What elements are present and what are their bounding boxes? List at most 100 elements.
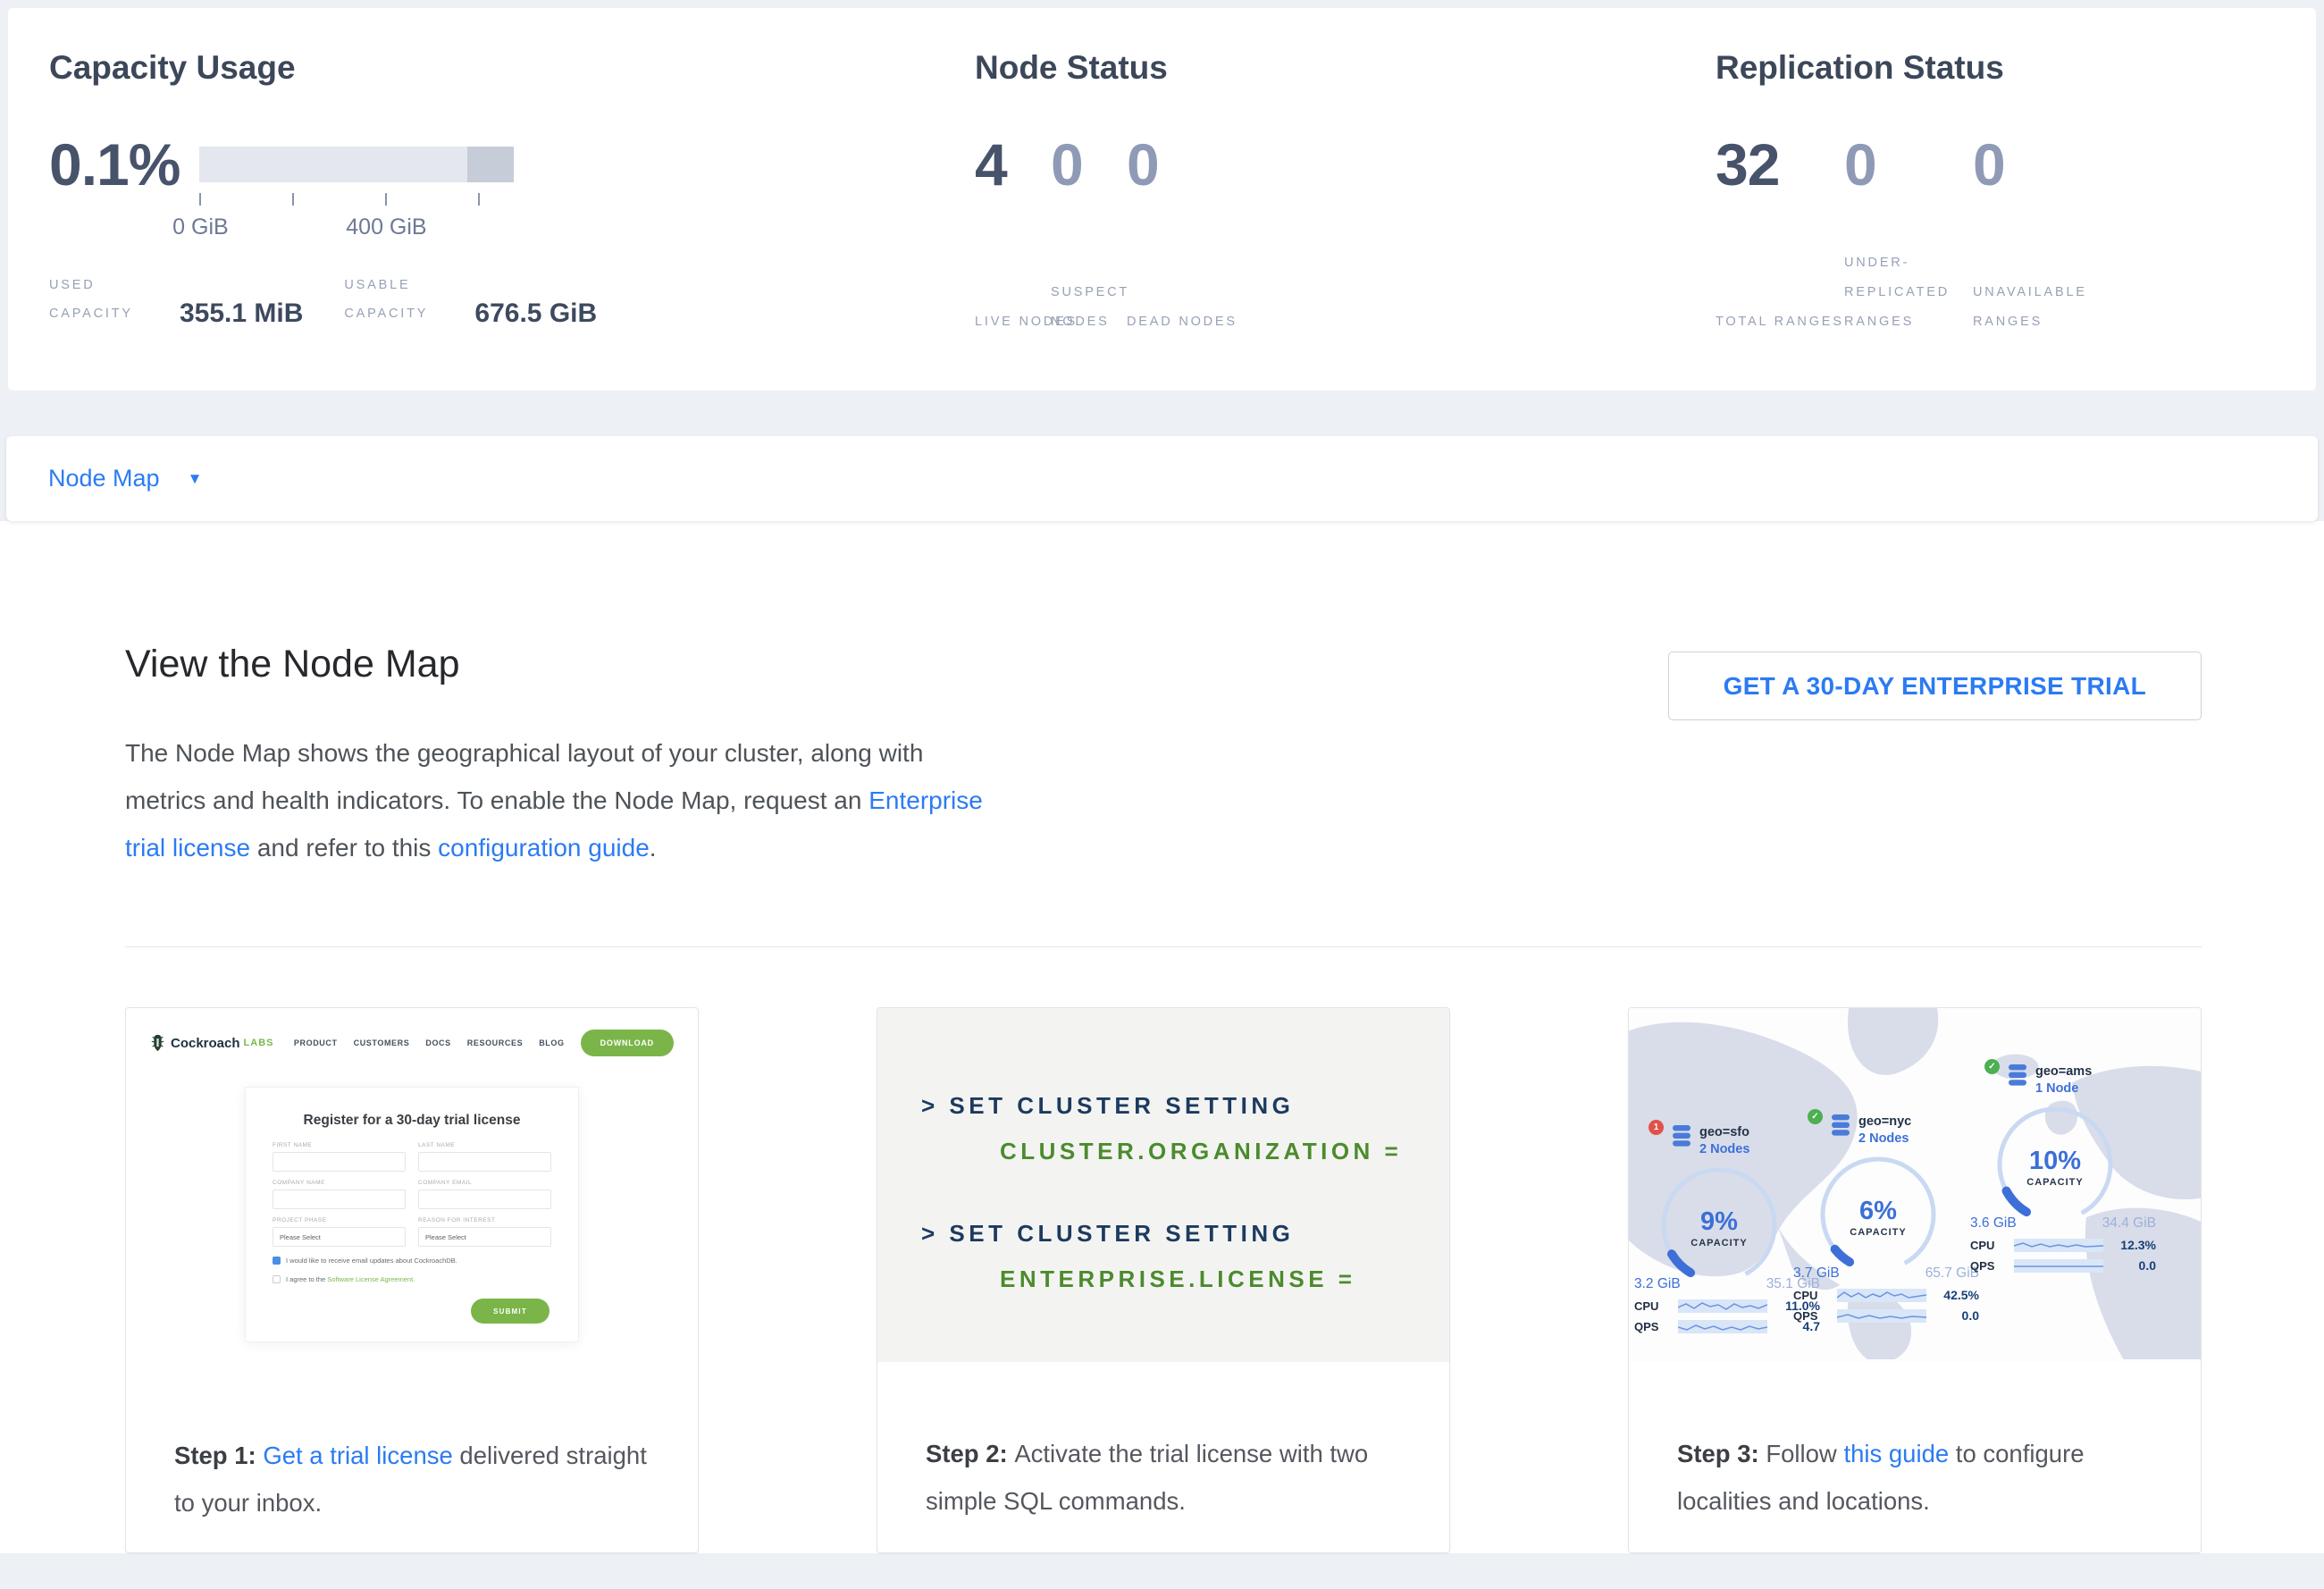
configuration-guide-link[interactable]: configuration guide [438,834,650,862]
locality-node-count: 1 Node [2035,1080,2092,1097]
company-name-field [273,1190,406,1209]
nav-item: DOCS [425,1038,450,1047]
qps-sparkline [1678,1320,1767,1333]
dead-nodes-label: DEAD NODES [1127,307,1261,337]
usable-capacity-value: 676.5 GiB [474,299,597,328]
qps-label: QPS [1793,1309,1825,1323]
mini-site-nav: PRODUCT CUSTOMERS DOCS RESOURCES BLOG DO… [294,1030,674,1056]
qps-sparkline [1837,1309,1926,1323]
total-ranges-value: 32 [1716,135,1844,194]
axis-label-start: 0 GiB [172,214,229,240]
unavailable-ranges-value: 0 [1973,135,2102,194]
suspect-nodes-value: 0 [1051,135,1127,194]
qps-label: QPS [1634,1320,1666,1333]
last-name-field [418,1152,551,1172]
step3-text: Follow [1766,1440,1843,1467]
sql-command: SET CLUSTER SETTING [949,1220,1294,1247]
usable-capacity-label: USABLE CAPACITY [344,271,469,328]
capacity-caption: CAPACITY [2026,1177,2083,1188]
project-phase-select: Please Select [273,1227,406,1247]
license-agree-checkbox [273,1275,281,1283]
capacity-caption: CAPACITY [1850,1227,1906,1238]
axis-label-400: 400 GiB [346,214,426,240]
reason-select: Please Select [418,1227,551,1247]
under-replicated-value: 0 [1844,135,1973,194]
license-agree-label: I agree to the Software License Agreemen… [286,1275,415,1284]
cockroach-labs-logo: Cockroach LABS [150,1034,273,1052]
healthy-badge: ✓ [1984,1059,2000,1074]
field-label: LAST NAME [418,1142,551,1148]
node-map-description: The Node Map shows the geographical layo… [125,729,1010,871]
axis-tick [385,193,387,206]
enterprise-trial-button[interactable]: GET A 30-DAY ENTERPRISE TRIAL [1668,652,2202,720]
sql-setting: ENTERPRISE.LICENSE = [1000,1265,1355,1292]
background-band [0,391,2324,436]
description-text: The Node Map shows the geographical layo… [125,739,923,814]
database-icon [1830,1114,1851,1137]
this-guide-link[interactable]: this guide [1843,1440,1949,1467]
under-replicated-stat: 0 UNDER-REPLICATED RANGES [1844,135,1973,337]
email-updates-label: I would like to receive email updates ab… [286,1257,457,1265]
caret-down-icon: ▼ [188,470,203,488]
cpu-value: 12.3% [2115,1238,2156,1252]
qps-value: 0.0 [2115,1258,2156,1273]
total-ranges-stat: 32 TOTAL RANGES [1716,135,1844,337]
dead-nodes-value: 0 [1127,135,1203,194]
qps-value: 0.0 [1938,1308,1979,1323]
axis-tick [478,193,480,206]
capacity-percent: 10% [2029,1147,2081,1175]
node-status-title: Node Status [975,49,1716,87]
step2-caption: Step 2: Activate the trial license with … [877,1362,1449,1525]
replication-status-section: Replication Status 32 TOTAL RANGES 0 UND… [1716,49,2316,391]
axis-tick [199,193,201,206]
field-label: PROJECT PHASE [273,1217,406,1223]
capacity-gauge: 10% CAPACITY [1990,1099,2120,1230]
under-replicated-label: UNDER-REPLICATED RANGES [1844,248,1987,337]
page-title: View the Node Map [125,643,1010,686]
nav-item: BLOG [539,1038,564,1047]
submit-button: SUBMIT [471,1299,550,1324]
suspect-nodes-stat: 0 SUSPECT NODES [1051,135,1127,337]
description-text: . [650,834,657,862]
replication-status-title: Replication Status [1716,49,2316,87]
cpu-label: CPU [1970,1239,2002,1252]
database-icon [2007,1064,2028,1087]
sql-commands-illustration: > SET CLUSTER SETTING CLUSTER.ORGANIZATI… [877,1008,1449,1362]
trial-registration-form: Register for a 30-day trial license FIRS… [245,1087,579,1342]
download-button: DOWNLOAD [581,1030,674,1056]
step1-caption: Step 1: Get a trial license delivered st… [126,1401,698,1526]
locality-node-count: 2 Nodes [1858,1131,1911,1148]
cockroach-bug-icon [150,1034,165,1052]
field-label: FIRST NAME [273,1142,406,1148]
cpu-sparkline [2014,1239,2103,1252]
cpu-sparkline [1678,1299,1767,1313]
cluster-summary-bar: Capacity Usage 0.1% 0 GiB 400 GiB USED C… [8,8,2316,391]
first-name-field [273,1152,406,1172]
get-trial-license-link[interactable]: Get a trial license [263,1442,452,1469]
step1-label: Step 1: [174,1442,263,1469]
step3-label: Step 3: [1677,1440,1766,1467]
company-email-field [418,1190,551,1209]
form-title: Register for a 30-day trial license [273,1113,551,1129]
healthy-badge: ✓ [1808,1109,1823,1124]
capacity-gauge: 6% CAPACITY [1813,1149,1943,1280]
logo-suffix: LABS [244,1038,274,1048]
cpu-label: CPU [1793,1289,1825,1302]
capacity-percent: 6% [1859,1197,1897,1225]
step3-caption: Step 3: Follow this guide to configure l… [1629,1362,2201,1525]
cpu-sparkline [1837,1289,1926,1302]
node-map-preview: 1 geo=sfo 2 Nodes [1629,1008,2201,1362]
description-text: and refer to this [250,834,438,862]
capacity-percent: 0.1% [49,135,180,194]
node-status-section: Node Status 4 LIVE NODES 0 SUSPECT NODES… [975,49,1716,391]
logo-text: Cockroach [171,1036,240,1051]
capacity-gauge: 9% CAPACITY [1654,1160,1784,1291]
step1-card: Cockroach LABS PRODUCT CUSTOMERS DOCS RE… [125,1007,699,1553]
license-agree-text: I agree to the [286,1275,327,1283]
axis-tick [292,193,294,206]
view-selector-dropdown[interactable]: Node Map ▼ [6,436,2318,521]
field-label: COMPANY NAME [273,1180,406,1186]
nav-item: PRODUCT [294,1038,338,1047]
live-nodes-value: 4 [975,135,1051,194]
unavailable-ranges-label: UNAVAILABLE RANGES [1973,278,2116,337]
